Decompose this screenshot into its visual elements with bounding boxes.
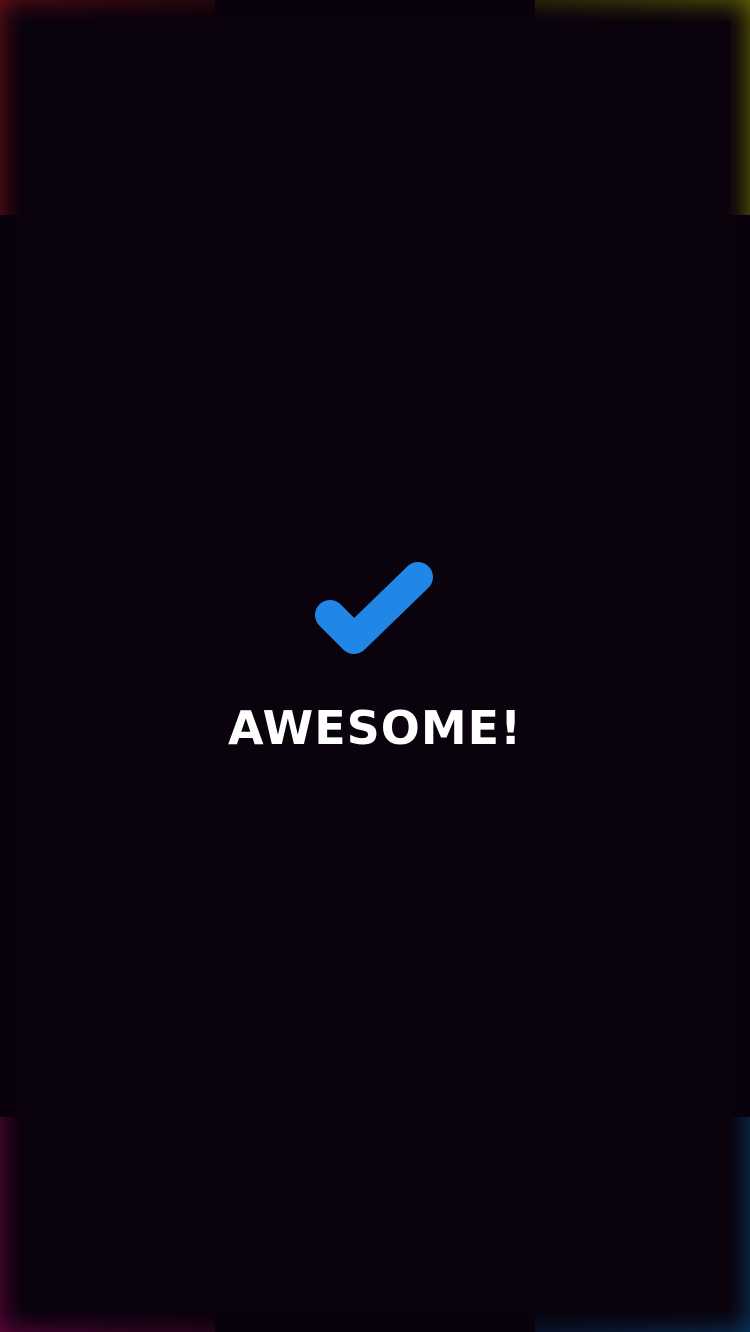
success-title: AWESOME!	[227, 701, 523, 755]
success-screen: AWESOME!	[0, 0, 750, 1332]
success-message: AWESOME!	[0, 555, 750, 755]
check-icon	[315, 562, 433, 654]
